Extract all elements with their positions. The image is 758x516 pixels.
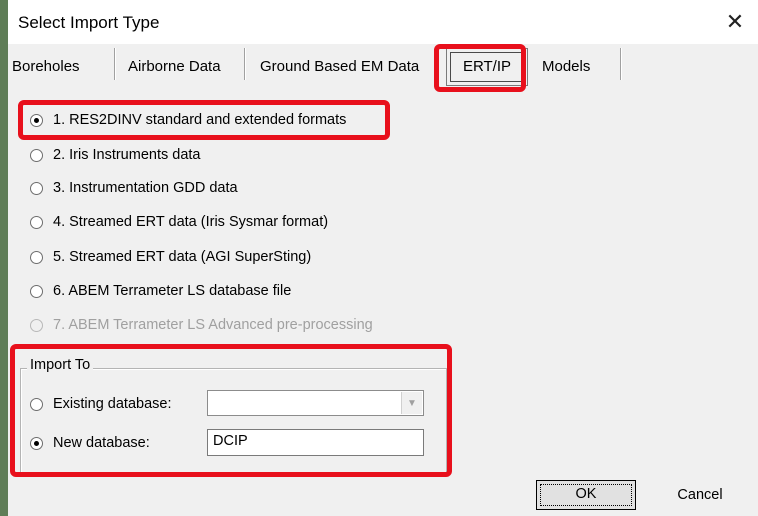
existing-database-label: Existing database:: [53, 396, 172, 412]
focus-rectangle: [540, 484, 632, 506]
radio-option-7: 7. ABEM Terrameter LS Advanced pre-proce…: [30, 313, 373, 337]
radio-new-database[interactable]: New database:: [30, 431, 150, 455]
cancel-button-label: Cancel: [677, 487, 723, 503]
tab-separator: [114, 48, 115, 80]
radio-option-6[interactable]: 6. ABEM Terrameter LS database file: [30, 279, 291, 303]
tab-boreholes[interactable]: Boreholes: [12, 54, 80, 80]
tab-strip: Boreholes Airborne Data Ground Based EM …: [8, 44, 758, 86]
window-title: Select Import Type: [18, 13, 160, 32]
radio-label: 2. Iris Instruments data: [53, 147, 201, 163]
tab-models[interactable]: Models: [542, 54, 590, 80]
radio-button[interactable]: [30, 250, 43, 264]
radio-button-disabled: [30, 318, 43, 332]
close-icon[interactable]: ✕: [718, 6, 752, 38]
tab-airborne-data[interactable]: Airborne Data: [128, 54, 221, 80]
radio-button[interactable]: [30, 397, 43, 411]
import-to-title: Import To: [27, 357, 94, 373]
radio-label: 5. Streamed ERT data (AGI SuperSting): [53, 249, 312, 265]
chevron-down-icon[interactable]: ▼: [401, 392, 422, 414]
radio-option-1[interactable]: 1. RES2DINV standard and extended format…: [30, 108, 346, 132]
radio-button-checked[interactable]: [30, 113, 43, 127]
radio-button[interactable]: [30, 215, 43, 229]
new-database-field[interactable]: DCIP: [207, 429, 424, 456]
radio-label: 6. ABEM Terrameter LS database file: [53, 283, 292, 299]
tab-ground-based-em-data[interactable]: Ground Based EM Data: [260, 54, 419, 80]
radio-button[interactable]: [30, 148, 43, 162]
radio-label: 4. Streamed ERT data (Iris Sysmar format…: [53, 214, 329, 230]
radio-label: 7. ABEM Terrameter LS Advanced pre-proce…: [53, 317, 373, 333]
new-database-label: New database:: [53, 435, 150, 451]
tab-ert-ip-label: ERT/IP: [450, 52, 524, 82]
radio-label: 3. Instrumentation GDD data: [53, 180, 238, 196]
radio-button-checked[interactable]: [30, 436, 43, 450]
radio-option-4[interactable]: 4. Streamed ERT data (Iris Sysmar format…: [30, 210, 328, 234]
tab-separator: [244, 48, 245, 80]
radio-existing-database[interactable]: Existing database:: [30, 392, 172, 416]
radio-button[interactable]: [30, 284, 43, 298]
select-import-type-dialog: Select Import Type ✕ Boreholes Airborne …: [0, 0, 758, 516]
radio-button[interactable]: [30, 181, 43, 195]
radio-option-2[interactable]: 2. Iris Instruments data: [30, 143, 200, 167]
ok-button[interactable]: OK: [536, 480, 636, 510]
existing-database-dropdown[interactable]: ▼: [207, 390, 424, 416]
radio-option-3[interactable]: 3. Instrumentation GDD data: [30, 176, 238, 200]
cancel-button[interactable]: Cancel: [650, 480, 750, 510]
background-window-edge: [0, 0, 8, 516]
tab-separator: [620, 48, 621, 80]
title-bar[interactable]: Select Import Type ✕: [8, 0, 758, 44]
radio-label: 1. RES2DINV standard and extended format…: [53, 112, 347, 128]
radio-option-5[interactable]: 5. Streamed ERT data (AGI SuperSting): [30, 245, 311, 269]
import-to-group: [20, 368, 447, 476]
tab-ert-ip[interactable]: ERT/IP: [446, 48, 528, 86]
